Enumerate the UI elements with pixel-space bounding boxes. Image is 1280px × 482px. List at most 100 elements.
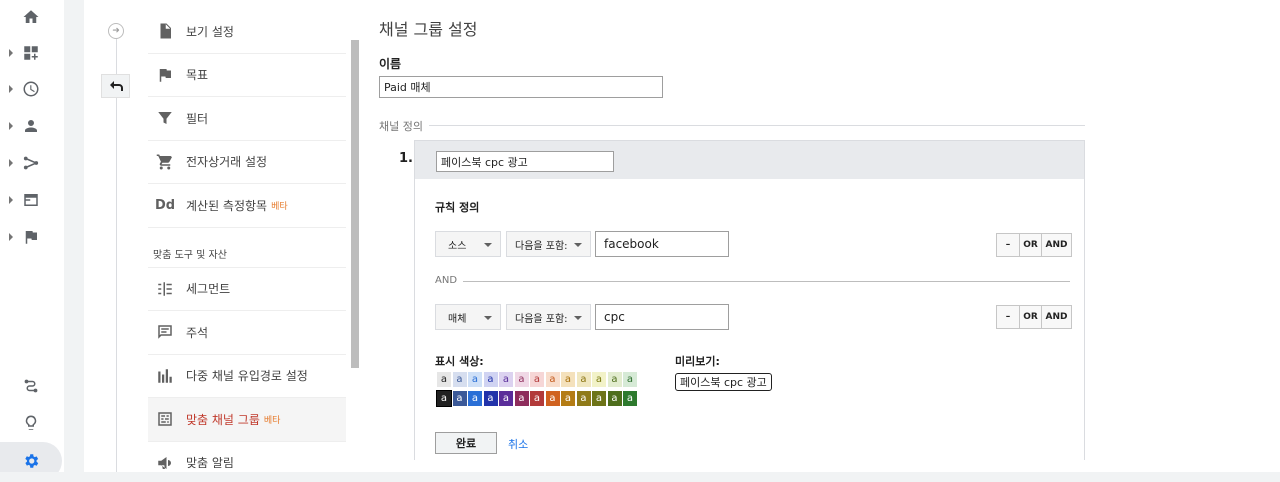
preview-label: 미리보기:	[675, 355, 720, 368]
color-swatch-light[interactable]: a	[483, 372, 498, 387]
expand-caret-icon	[9, 85, 13, 93]
segment-icon	[156, 280, 174, 298]
dropdown-arrow-icon	[574, 243, 582, 247]
color-swatch-light[interactable]: a	[530, 372, 544, 387]
forward-circle-icon[interactable]: ➜	[108, 23, 124, 39]
back-arrow-icon	[109, 81, 123, 91]
color-swatch-dark[interactable]: a	[607, 391, 622, 406]
rail-customization[interactable]	[0, 36, 64, 70]
color-swatch-dark[interactable]: a	[452, 391, 467, 406]
channel-number: 1.	[399, 151, 413, 166]
rail-conversions[interactable]	[0, 220, 64, 254]
color-swatch-light[interactable]: a	[437, 372, 451, 387]
dimension-dropdown[interactable]: 소스	[435, 231, 501, 257]
nav-item-mcf-settings[interactable]: 다중 채널 유입경로 설정	[148, 355, 346, 398]
color-swatch-light[interactable]: a	[468, 372, 482, 387]
rail-acquisition[interactable]	[0, 146, 64, 180]
dropdown-arrow-icon	[574, 316, 582, 320]
color-swatch-light[interactable]: a	[499, 372, 513, 387]
lightbulb-icon	[22, 414, 40, 432]
color-swatch-dark[interactable]: a	[561, 391, 575, 406]
and-divider	[463, 281, 1070, 282]
color-swatch-dark[interactable]: a	[468, 391, 482, 406]
channel-name-input[interactable]	[436, 151, 614, 172]
remove-rule-button[interactable]: –	[997, 234, 1020, 256]
rule-value-input[interactable]	[595, 231, 729, 257]
group-name-input[interactable]	[379, 76, 663, 98]
nav-item-view-settings[interactable]: 보기 설정	[148, 10, 346, 54]
acquisition-icon	[22, 154, 40, 172]
preview-chip: 페이스북 cpc 광고	[675, 373, 772, 391]
nav-item-calculated-metrics[interactable]: Dd 계산된 측정항목 베타	[148, 184, 346, 228]
color-swatch-dark[interactable]: a	[483, 391, 498, 406]
color-swatch-dark[interactable]: a	[545, 391, 560, 406]
operator-dropdown[interactable]: 다음을 포함:	[506, 304, 591, 330]
rail-attribution[interactable]	[0, 369, 64, 403]
rail-discover[interactable]	[0, 406, 64, 440]
color-swatch-light[interactable]: a	[576, 372, 591, 387]
rail-home[interactable]	[0, 0, 64, 34]
nav-section-label: 맞춤 도구 및 자산	[148, 228, 346, 268]
done-button[interactable]: 완료	[435, 432, 497, 454]
color-swatch-dark[interactable]: a	[623, 391, 637, 406]
and-label: AND	[435, 275, 458, 286]
nav-item-filters[interactable]: 필터	[148, 97, 346, 141]
expand-caret-icon	[9, 159, 13, 167]
cancel-link[interactable]: 취소	[508, 436, 528, 452]
nav-item-annotations[interactable]: 주석	[148, 311, 346, 355]
beta-badge: 베타	[263, 415, 281, 426]
operator-dropdown[interactable]: 다음을 포함:	[506, 231, 591, 257]
clock-icon	[22, 80, 40, 98]
flag-icon	[156, 66, 174, 84]
rail-audience[interactable]	[0, 109, 64, 143]
color-swatch-dark[interactable]: a	[514, 391, 529, 406]
rail-gap	[64, 0, 84, 472]
channel-header	[415, 141, 1084, 179]
remove-rule-button[interactable]: –	[997, 306, 1020, 328]
rail-behavior[interactable]	[0, 183, 64, 217]
color-swatch-dark[interactable]: a	[530, 391, 544, 406]
rule-buttons: – OR AND	[996, 305, 1072, 329]
color-swatch-light[interactable]: a	[514, 372, 529, 387]
and-button[interactable]: AND	[1042, 306, 1071, 328]
bottom-strip	[0, 472, 1280, 482]
dd-icon: Dd	[154, 197, 176, 213]
dimension-value: 매체	[448, 313, 467, 325]
or-button[interactable]: OR	[1020, 306, 1042, 328]
color-swatch-dark[interactable]: a	[576, 391, 591, 406]
color-swatch-dark[interactable]: a	[499, 391, 513, 406]
megaphone-icon	[156, 454, 174, 472]
dimension-dropdown[interactable]: 매체	[435, 304, 501, 330]
color-swatch-light[interactable]: a	[545, 372, 560, 387]
nav-item-goals[interactable]: 목표	[148, 54, 346, 97]
color-swatch-light[interactable]: a	[561, 372, 575, 387]
color-swatch-light[interactable]: a	[623, 372, 637, 387]
color-swatch-dark[interactable]: a	[592, 391, 606, 406]
back-button[interactable]	[101, 74, 130, 98]
rail-realtime[interactable]	[0, 72, 64, 106]
color-swatch-light[interactable]: a	[452, 372, 467, 387]
nav-item-segments[interactable]: 세그먼트	[148, 268, 346, 311]
channel-definition-label: 채널 정의	[379, 120, 423, 133]
rule-value-input[interactable]	[595, 304, 729, 330]
cart-icon	[156, 153, 174, 171]
nav-item-label: 목표	[186, 68, 209, 83]
or-button[interactable]: OR	[1020, 234, 1042, 256]
color-swatch-light[interactable]: a	[592, 372, 606, 387]
nav-scrollbar[interactable]	[351, 40, 359, 368]
beta-badge: 베타	[271, 201, 288, 212]
nav-item-ecommerce[interactable]: 전자상거래 설정	[148, 141, 346, 184]
divider	[429, 125, 1085, 126]
expand-caret-icon	[9, 122, 13, 130]
rule-buttons: – OR AND	[996, 233, 1072, 257]
nav-item-custom-channel-groups[interactable]: 맞춤 채널 그룹 베타	[148, 398, 346, 442]
nav-item-label: 보기 설정	[186, 24, 234, 39]
color-swatch-dark[interactable]: a	[436, 390, 452, 407]
dashboard-plus-icon	[22, 44, 40, 62]
page-title: 채널 그룹 설정	[379, 20, 478, 39]
nav-item-label: 세그먼트	[186, 282, 231, 297]
dropdown-arrow-icon	[484, 243, 492, 247]
color-swatch-light[interactable]: a	[607, 372, 622, 387]
and-button[interactable]: AND	[1042, 234, 1071, 256]
nav-item-label: 다중 채널 유입경로 설정	[186, 369, 308, 384]
